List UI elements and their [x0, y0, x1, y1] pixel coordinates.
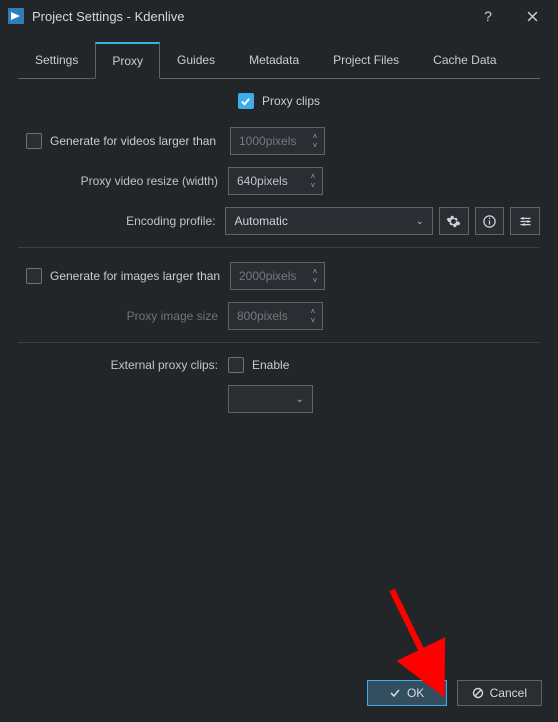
- window-title: Project Settings - Kdenlive: [32, 9, 184, 24]
- gear-icon: [446, 214, 461, 229]
- tab-cache-data[interactable]: Cache Data: [416, 42, 513, 79]
- gen-videos-label: Generate for videos larger than: [50, 134, 230, 148]
- encoding-settings-button[interactable]: [439, 207, 469, 235]
- sliders-icon: [518, 214, 533, 229]
- proxy-panel: Proxy clips Generate for videos larger t…: [18, 78, 540, 661]
- app-icon: [8, 8, 24, 24]
- encoding-profile-row: Encoding profile: Automatic ⌄: [18, 207, 540, 235]
- encoding-profile-value: Automatic: [234, 214, 415, 228]
- tab-bar: Settings Proxy Guides Metadata Project F…: [0, 32, 558, 79]
- cancel-label: Cancel: [490, 686, 527, 700]
- image-size-row: Proxy image size 800pixels ˄˅: [18, 302, 540, 330]
- proxy-clips-row: Proxy clips: [18, 93, 540, 109]
- video-resize-spin[interactable]: 640pixels ˄˅: [228, 167, 323, 195]
- video-resize-row: Proxy video resize (width) 640pixels ˄˅: [18, 167, 540, 195]
- spin-arrows-icon[interactable]: ˄˅: [306, 133, 324, 150]
- gen-videos-row: Generate for videos larger than 1000pixe…: [18, 127, 540, 155]
- tab-guides[interactable]: Guides: [160, 42, 232, 79]
- chevron-down-icon: ⌄: [296, 394, 304, 405]
- dialog-footer: OK Cancel: [0, 670, 558, 722]
- spin-arrows-icon[interactable]: ˄˅: [304, 173, 322, 190]
- gen-videos-value: 1000pixels: [231, 134, 306, 148]
- external-combo-row: ⌄: [18, 385, 540, 413]
- info-icon: [482, 214, 497, 229]
- proxy-clips-label: Proxy clips: [262, 94, 320, 108]
- proxy-clips-checkbox[interactable]: [238, 93, 254, 109]
- chevron-down-icon: ⌄: [416, 216, 424, 227]
- image-size-label: Proxy image size: [18, 309, 228, 323]
- encoding-info-button[interactable]: [475, 207, 505, 235]
- help-button[interactable]: ?: [466, 2, 510, 30]
- image-size-spin[interactable]: 800pixels ˄˅: [228, 302, 323, 330]
- tab-project-files[interactable]: Project Files: [316, 42, 416, 79]
- external-enable-checkbox[interactable]: [228, 357, 244, 373]
- spin-arrows-icon[interactable]: ˄˅: [304, 308, 322, 325]
- gen-images-value: 2000pixels: [231, 269, 306, 283]
- tab-settings[interactable]: Settings: [18, 42, 95, 79]
- cancel-button[interactable]: Cancel: [457, 680, 542, 706]
- encoding-adjust-button[interactable]: [510, 207, 540, 235]
- tab-metadata[interactable]: Metadata: [232, 42, 316, 79]
- external-label: External proxy clips:: [18, 358, 228, 372]
- gen-images-checkbox[interactable]: [26, 268, 42, 284]
- ok-button[interactable]: OK: [367, 680, 447, 706]
- gen-videos-spin[interactable]: 1000pixels ˄˅: [230, 127, 325, 155]
- tab-proxy[interactable]: Proxy: [95, 42, 160, 79]
- divider: [18, 247, 540, 248]
- ok-label: OK: [407, 686, 424, 700]
- gen-images-label: Generate for images larger than: [50, 269, 230, 283]
- external-enable-label: Enable: [252, 358, 289, 372]
- external-row: External proxy clips: Enable: [18, 357, 540, 373]
- encoding-profile-combo[interactable]: Automatic ⌄: [225, 207, 433, 235]
- check-icon: [389, 687, 401, 699]
- spin-arrows-icon[interactable]: ˄˅: [306, 268, 324, 285]
- video-resize-value: 640pixels: [229, 174, 304, 188]
- encoding-profile-label: Encoding profile:: [18, 214, 225, 228]
- external-combo[interactable]: ⌄: [228, 385, 313, 413]
- gen-videos-checkbox[interactable]: [26, 133, 42, 149]
- gen-images-spin[interactable]: 2000pixels ˄˅: [230, 262, 325, 290]
- gen-images-row: Generate for images larger than 2000pixe…: [18, 262, 540, 290]
- cancel-icon: [472, 687, 484, 699]
- image-size-value: 800pixels: [229, 309, 304, 323]
- titlebar: Project Settings - Kdenlive ?: [0, 0, 558, 32]
- close-button[interactable]: [510, 2, 554, 30]
- video-resize-label: Proxy video resize (width): [18, 174, 228, 188]
- divider: [18, 342, 540, 343]
